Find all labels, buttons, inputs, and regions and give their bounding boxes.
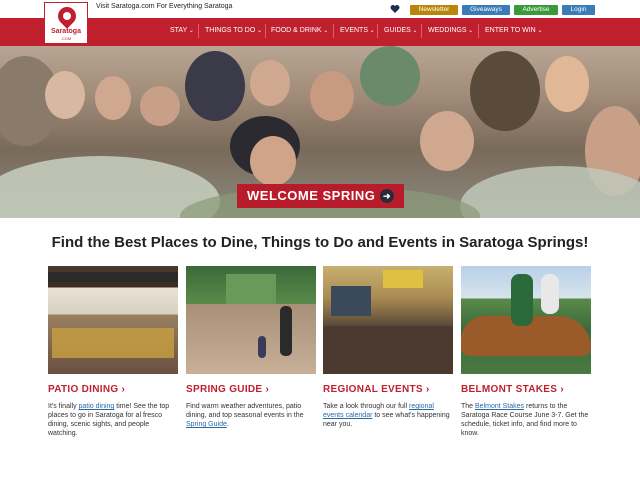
hero-face-shape — [95, 76, 131, 120]
hero-face-shape — [310, 71, 354, 121]
spring-guide-link[interactable]: Spring Guide — [186, 421, 227, 428]
hero-crowd-shape — [185, 51, 245, 121]
spring-guide-image[interactable] — [186, 266, 316, 374]
desc-text: It's finally — [48, 403, 79, 410]
trees-shape — [226, 274, 276, 304]
card-title-belmont-stakes[interactable]: BELMONT STAKES — [461, 384, 591, 395]
card-description: It's finally patio dining time! See the … — [48, 402, 178, 438]
nav-item-enter-to-win[interactable]: ENTER TO WIN — [485, 27, 542, 34]
jockey-shape — [541, 274, 559, 314]
nav-divider — [421, 24, 422, 38]
login-button[interactable]: Login — [562, 5, 595, 15]
card-patio-dining: PATIO DINING It's finally patio dining t… — [48, 266, 178, 438]
desc-text: . — [226, 421, 229, 428]
person-shape — [280, 306, 292, 356]
nav-divider — [198, 24, 199, 38]
nav-divider — [333, 24, 334, 38]
site-tagline: Visit Saratoga.com For Everything Sarato… — [96, 3, 233, 10]
crowd-shape — [323, 326, 453, 374]
regional-events-image[interactable] — [323, 266, 453, 374]
nav-divider — [265, 24, 266, 38]
belmont-stakes-link[interactable]: Belmont Stakes — [475, 403, 524, 410]
advertise-button[interactable]: Advertise — [514, 5, 558, 15]
hero-face-shape — [545, 56, 589, 112]
hero-face-shape — [140, 86, 180, 126]
giveaways-button[interactable]: Giveaways — [462, 5, 510, 15]
card-description: The Belmont Stakes returns to the Sarato… — [461, 402, 591, 438]
nav-divider — [478, 24, 479, 38]
nav-divider — [377, 24, 378, 38]
hero-crowd-shape — [470, 51, 540, 131]
nav-item-food-drink[interactable]: FOOD & DRINK — [271, 27, 328, 34]
newsletter-button[interactable]: Newsletter — [410, 5, 458, 15]
hero-face-shape — [250, 60, 290, 106]
hero-crowd-shape — [360, 46, 420, 106]
card-title-patio-dining[interactable]: PATIO DINING — [48, 384, 178, 395]
desc-text: Find warm weather adventures, patio dini… — [186, 403, 304, 419]
logo-text: Saratoga — [51, 28, 81, 35]
page-headline: Find the Best Places to Dine, Things to … — [51, 234, 589, 251]
child-shape — [258, 336, 266, 358]
nav-item-guides[interactable]: GUIDES — [384, 27, 418, 34]
map-pin-icon — [54, 3, 80, 29]
heart-icon[interactable] — [390, 4, 400, 14]
card-regional-events: REGIONAL EVENTS Take a look through our … — [323, 266, 453, 429]
top-utility-bar: Visit Saratoga.com For Everything Sarato… — [0, 0, 640, 18]
restaurant-sign-shape — [48, 272, 178, 282]
site-logo[interactable]: Saratoga .COM — [44, 2, 88, 44]
table-shape — [52, 328, 174, 358]
desc-text: Take a look through our full — [323, 403, 409, 410]
welcome-spring-button[interactable]: WELCOME SPRING ➜ — [237, 184, 404, 208]
hero-face-shape — [420, 111, 474, 171]
card-title-regional-events[interactable]: REGIONAL EVENTS — [323, 384, 453, 395]
belmont-stakes-image[interactable] — [461, 266, 591, 374]
patio-dining-link[interactable]: patio dining — [79, 403, 115, 410]
arrow-right-icon: ➜ — [380, 189, 394, 203]
card-spring-guide: SPRING GUIDE Find warm weather adventure… — [186, 266, 316, 429]
banner-shape — [383, 270, 423, 288]
nav-item-things-to-do[interactable]: THINGS TO DO — [205, 27, 262, 34]
desc-text: The — [461, 403, 476, 410]
screen-shape — [331, 286, 371, 316]
hero-face-shape — [45, 71, 85, 119]
patio-dining-image[interactable] — [48, 266, 178, 374]
hero-plants-shape — [460, 166, 640, 218]
card-belmont-stakes: BELMONT STAKES The Belmont Stakes return… — [461, 266, 591, 438]
card-title-spring-guide[interactable]: SPRING GUIDE — [186, 384, 316, 395]
welcome-spring-label: WELCOME SPRING — [247, 188, 376, 203]
nav-item-events[interactable]: EVENTS — [340, 27, 375, 34]
nav-item-weddings[interactable]: WEDDINGS — [428, 27, 473, 34]
jockey-shape — [511, 274, 533, 326]
logo-subtext: .COM — [60, 36, 72, 41]
card-description: Find warm weather adventures, patio dini… — [186, 402, 316, 429]
card-description: Take a look through our full regional ev… — [323, 402, 453, 429]
nav-item-stay[interactable]: STAY — [170, 27, 194, 34]
hero-face-shape — [250, 136, 296, 186]
